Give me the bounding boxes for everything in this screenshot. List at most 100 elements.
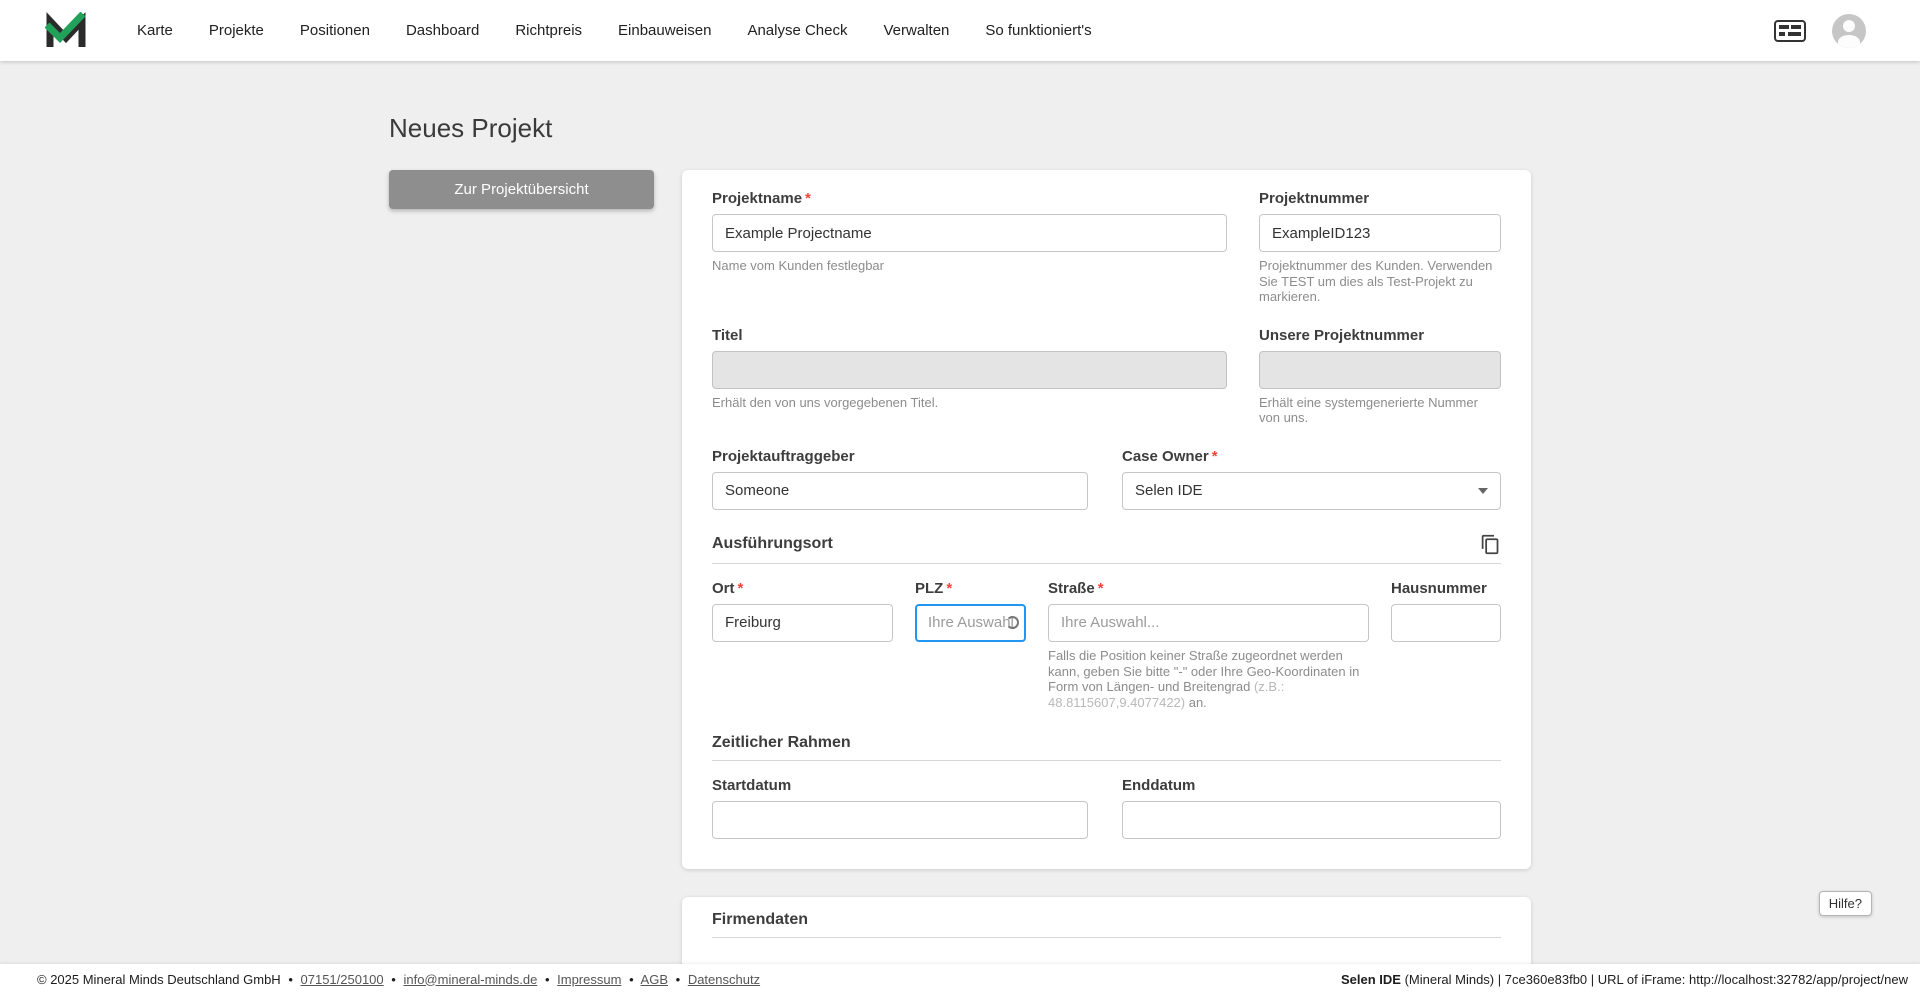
- session-details: (Mineral Minds) | 7ce360e83fb0 | URL of …: [1400, 971, 1908, 987]
- projektnummer-helper: Projektnummer des Kunden. Verwenden Sie …: [1259, 258, 1493, 305]
- back-to-project-overview-button[interactable]: Zur Projektübersicht: [389, 170, 654, 209]
- chevron-down-icon: [1478, 487, 1488, 494]
- footer-separator: •: [391, 971, 396, 987]
- footer-left: © 2025 Mineral Minds Deutschland GmbH • …: [37, 972, 760, 987]
- required-asterisk: *: [805, 190, 811, 207]
- strasse-label-text: Straße: [1048, 579, 1095, 597]
- projektname-helper: Name vom Kunden festlegbar: [712, 258, 884, 273]
- titel-helper: Erhält den von uns vorgegebenen Titel.: [712, 394, 939, 410]
- strasse-helper-suffix: an.: [1185, 694, 1207, 710]
- strasse-helper: Falls die Position keiner Straße zugeord…: [1048, 648, 1369, 710]
- ausfuehrungsort-heading: Ausführungsort: [712, 535, 833, 553]
- copyright-text: © 2025 Mineral Minds Deutschland GmbH: [37, 971, 281, 987]
- zeitlicher-rahmen-heading: Zeitlicher Rahmen: [712, 734, 851, 752]
- case-owner-label-text: Case Owner: [1122, 447, 1209, 465]
- projektname-input[interactable]: [712, 214, 1227, 252]
- ort-label: Ort *: [712, 580, 893, 598]
- case-owner-label: Case Owner *: [1122, 448, 1501, 466]
- loading-spinner-icon: [1006, 615, 1019, 629]
- required-asterisk: *: [946, 579, 953, 597]
- unsere-projektnummer-helper: Erhält eine systemgenerierte Nummer von …: [1259, 394, 1478, 426]
- firmendaten-heading: Firmendaten: [712, 911, 809, 929]
- footer-link-datenschutz[interactable]: Datenschutz: [688, 972, 760, 987]
- plz-field: PLZ *: [915, 580, 1026, 710]
- ort-field: Ort *: [712, 580, 893, 710]
- required-asterisk: *: [1211, 447, 1218, 465]
- projektauftraggeber-label: Projektauftraggeber: [712, 447, 855, 465]
- startdatum-field: Startdatum: [712, 777, 1088, 840]
- required-asterisk: *: [737, 579, 744, 597]
- page-title: Neues Projekt: [389, 113, 553, 143]
- main-content: Neues Projekt Zur Projektübersicht Proje…: [389, 0, 1531, 970]
- enddatum-field: Enddatum: [1122, 777, 1501, 840]
- hausnummer-input[interactable]: [1391, 603, 1501, 642]
- strasse-input[interactable]: [1048, 603, 1369, 642]
- nav-right-actions: [1774, 13, 1866, 48]
- nav-item-positionen[interactable]: Positionen: [300, 22, 370, 39]
- copy-icon[interactable]: [1480, 534, 1501, 555]
- footer: © 2025 Mineral Minds Deutschland GmbH • …: [0, 964, 1920, 994]
- ort-label-text: Ort: [712, 579, 735, 597]
- projektnummer-label: Projektnummer: [1259, 190, 1370, 207]
- footer-separator: •: [544, 971, 550, 987]
- titel-label: Titel: [712, 326, 743, 344]
- case-owner-field: Case Owner * Selen IDE: [1122, 448, 1501, 510]
- help-button[interactable]: Hilfe?: [1818, 891, 1872, 916]
- strasse-label: Straße *: [1048, 580, 1369, 598]
- nav-item-so-funktionierts[interactable]: So funktioniert's: [985, 22, 1091, 39]
- project-form-card: Projektname* Name vom Kunden festlegbar …: [682, 170, 1531, 870]
- strasse-field: Straße* Falls die Position keiner Straße…: [1048, 580, 1369, 710]
- company-data-card: Firmendaten: [682, 897, 1531, 970]
- ausfuehrungsort-section-header: Ausführungsort: [712, 534, 1501, 564]
- nav-item-karte[interactable]: Karte: [137, 22, 173, 39]
- nav-item-analyse-check[interactable]: Analyse Check: [747, 22, 847, 39]
- footer-link-agb[interactable]: AGB: [641, 972, 668, 987]
- footer-session-info: Selen IDE (Mineral Minds) | 7ce360e83fb0…: [1341, 972, 1912, 987]
- nav-item-projekte[interactable]: Projekte: [209, 22, 264, 39]
- terminal-icon[interactable]: [1774, 19, 1806, 42]
- projektname-label-text: Projektname: [712, 190, 803, 207]
- projektauftraggeber-input[interactable]: [712, 471, 1088, 510]
- startdatum-label: Startdatum: [712, 777, 792, 795]
- case-owner-select[interactable]: Selen IDE: [1122, 471, 1501, 510]
- enddatum-input[interactable]: [1122, 801, 1501, 840]
- avatar-head: [1843, 19, 1855, 32]
- hausnummer-label: Hausnummer: [1391, 579, 1487, 597]
- strasse-helper-main: Falls die Position keiner Straße zugeord…: [1048, 647, 1360, 695]
- nav-item-verwalten[interactable]: Verwalten: [884, 22, 950, 39]
- footer-separator: •: [629, 971, 634, 987]
- plz-label-text: PLZ: [915, 579, 944, 597]
- startdatum-input[interactable]: [712, 801, 1088, 840]
- main-nav: Karte Projekte Positionen Dashboard Rich…: [137, 22, 1092, 39]
- required-asterisk: *: [1097, 579, 1104, 597]
- titel-input: [712, 350, 1227, 389]
- hausnummer-field: Hausnummer: [1391, 580, 1501, 710]
- nav-item-dashboard[interactable]: Dashboard: [406, 22, 479, 39]
- unsere-projektnummer-field: Unsere Projektnummer Erhält eine systemg…: [1259, 327, 1501, 426]
- session-user: Selen IDE: [1340, 971, 1401, 987]
- mineral-minds-logo[interactable]: [45, 12, 91, 49]
- unsere-projektnummer-input: [1259, 350, 1501, 389]
- top-navigation: Karte Projekte Positionen Dashboard Rich…: [0, 0, 1920, 61]
- logo-icon: [45, 12, 86, 47]
- nav-item-einbauweisen[interactable]: Einbauweisen: [618, 22, 711, 39]
- footer-separator: •: [288, 971, 293, 987]
- avatar-body: [1838, 34, 1860, 48]
- enddatum-label: Enddatum: [1122, 777, 1196, 795]
- zeitlicher-rahmen-section-header: Zeitlicher Rahmen: [712, 734, 1501, 762]
- nav-item-richtpreis[interactable]: Richtpreis: [515, 22, 582, 39]
- projektname-label: Projektname *: [712, 190, 1227, 208]
- plz-label: PLZ *: [915, 580, 1026, 598]
- case-owner-selected-value: Selen IDE: [1135, 482, 1203, 500]
- footer-email-link[interactable]: info@mineral-minds.de: [403, 972, 537, 987]
- left-column: Zur Projektübersicht: [389, 170, 654, 209]
- footer-phone-link[interactable]: 07151/250100: [301, 972, 384, 987]
- projektnummer-field: Projektnummer Projektnummer des Kunden. …: [1259, 190, 1501, 305]
- ort-input[interactable]: [712, 603, 893, 642]
- projektauftraggeber-field: Projektauftraggeber: [712, 448, 1088, 510]
- footer-link-impressum[interactable]: Impressum: [557, 972, 621, 987]
- user-avatar-icon[interactable]: [1832, 13, 1866, 48]
- projektname-field: Projektname* Name vom Kunden festlegbar: [712, 190, 1227, 305]
- footer-separator: •: [675, 971, 681, 987]
- projektnummer-input[interactable]: [1259, 214, 1501, 252]
